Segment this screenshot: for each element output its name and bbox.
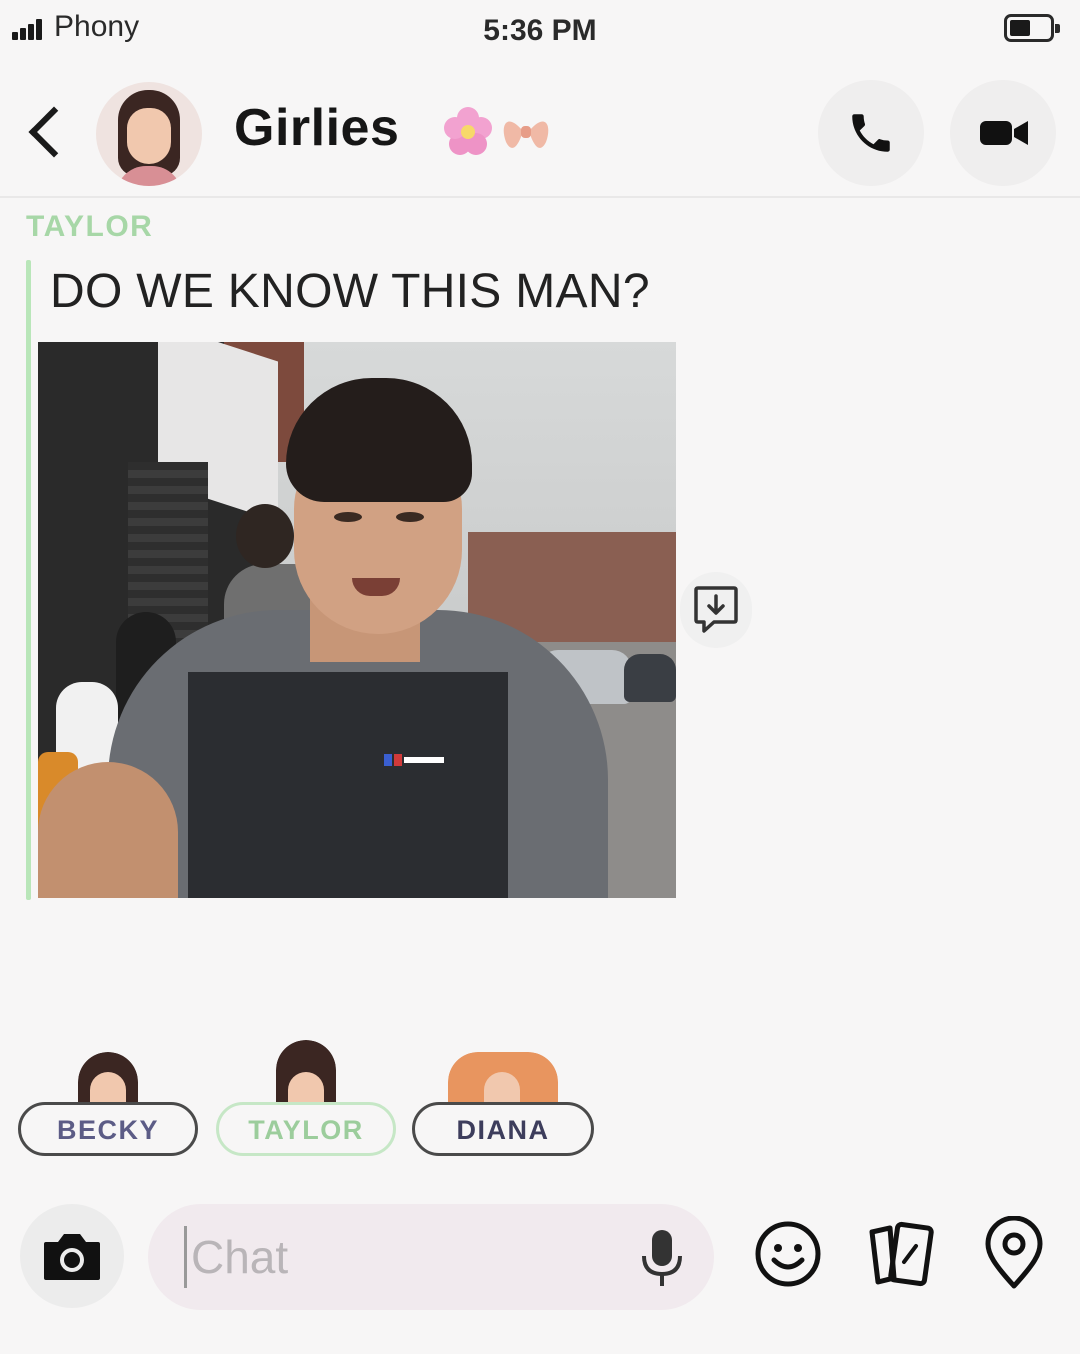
becky-avatar [78,1052,138,1106]
status-time: 5:36 PM [483,14,597,47]
chat-input-container [148,1204,714,1310]
participant-taylor: TAYLOR [216,1040,396,1162]
microphone-icon [642,1230,682,1286]
save-to-chat-button[interactable] [680,572,752,648]
location-button[interactable] [980,1215,1048,1292]
smiley-icon [755,1221,821,1287]
diana-avatar [448,1052,558,1106]
sender-color-bar [26,260,31,900]
group-avatar[interactable] [96,82,202,186]
participant-name: BECKY [18,1102,198,1156]
emoji-button[interactable] [752,1218,824,1290]
camera-button[interactable] [20,1204,124,1308]
location-pin-icon [985,1215,1043,1289]
flower-bow-emoji-icon [444,107,549,155]
back-button[interactable] [22,102,72,158]
chat-header: Girlies [0,68,1080,198]
taylor-avatar [276,1040,336,1106]
download-to-chat-icon [694,586,738,633]
phone-icon [852,114,890,152]
participant-diana: DIANA [412,1040,594,1162]
video-camera-icon [980,121,1028,145]
call-button[interactable] [818,80,924,186]
chat-input[interactable] [184,1226,611,1288]
participant-name: TAYLOR [216,1102,396,1156]
status-bar: Phony 5:36 PM [0,0,1080,60]
cards-icon [869,1221,934,1287]
cards-button[interactable] [864,1218,936,1290]
message-photo[interactable] [38,342,676,898]
chat-title[interactable]: Girlies [234,98,399,158]
battery-icon [1004,14,1060,42]
video-call-button[interactable] [950,80,1056,186]
message-text[interactable]: DO WE KNOW THIS MAN? [50,264,650,319]
camera-icon [44,1234,100,1280]
participant-name: DIANA [412,1102,594,1156]
message-sender: TAYLOR [26,210,154,243]
participant-becky: BECKY [18,1040,198,1162]
microphone-button[interactable] [632,1226,692,1290]
